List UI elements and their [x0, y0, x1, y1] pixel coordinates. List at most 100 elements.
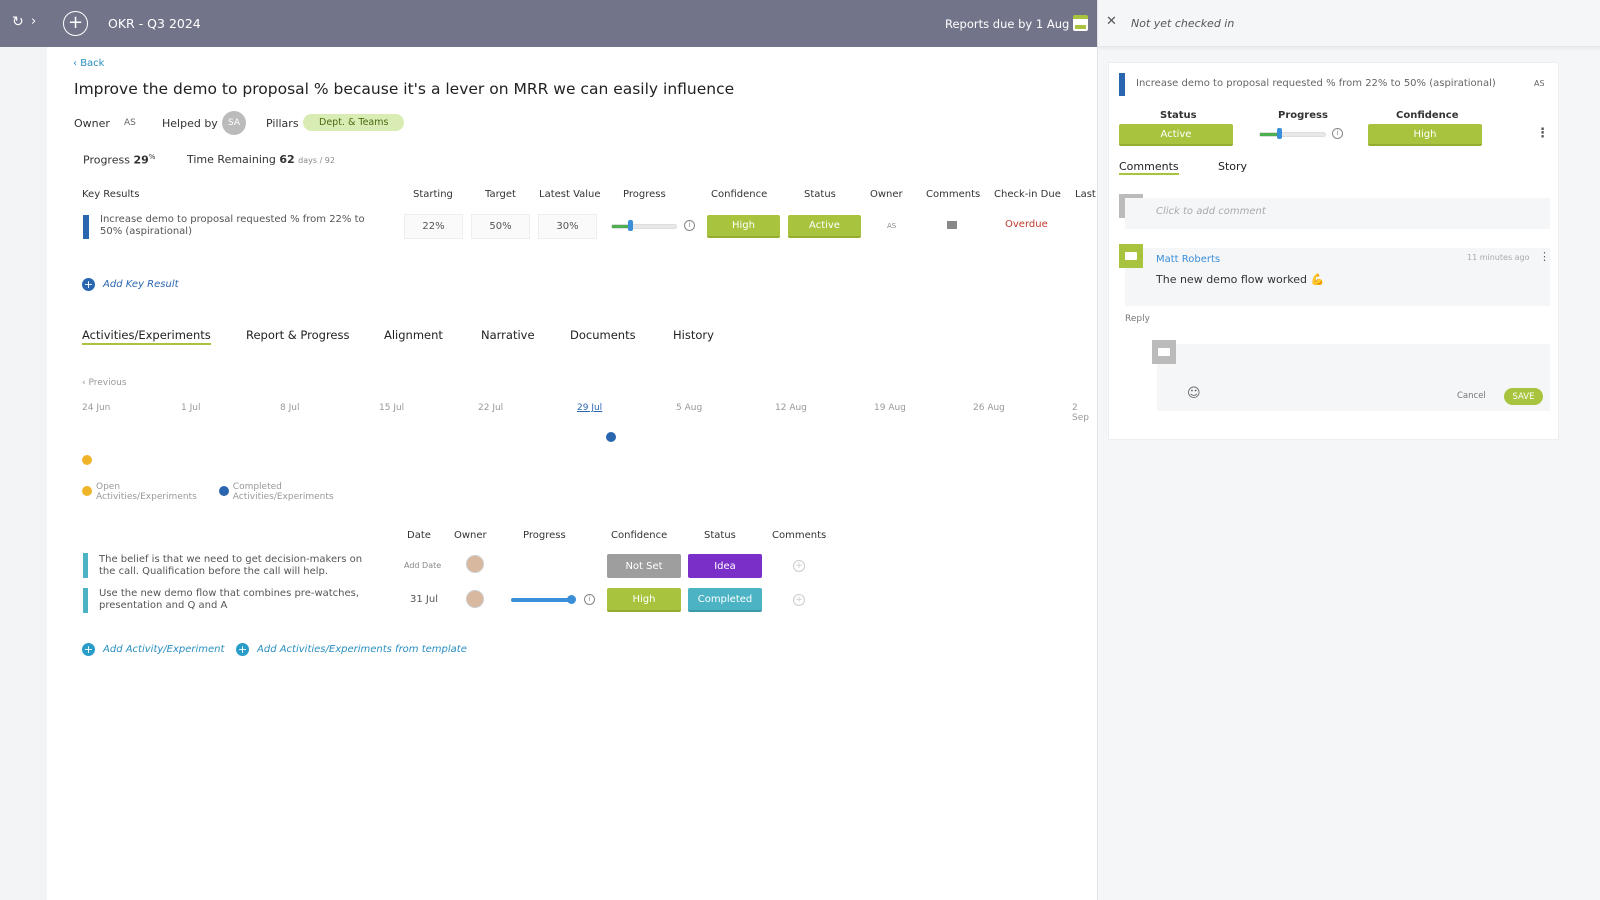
add-date-button[interactable]: Add Date	[404, 561, 441, 570]
reply-input[interactable]: ☺ Cancel SAVE	[1157, 344, 1550, 411]
tab-narrative[interactable]: Narrative	[481, 328, 535, 342]
timeline-date[interactable]: 2 Sep	[1072, 403, 1097, 423]
info-icon[interactable]: i	[684, 220, 695, 231]
timeline-date[interactable]: 15 Jul	[379, 403, 404, 413]
tab-history[interactable]: History	[673, 328, 714, 342]
progress-label: Progress	[83, 153, 130, 167]
timeline-date[interactable]: 26 Aug	[973, 403, 1005, 413]
owner-avatar[interactable]	[466, 555, 484, 573]
kr-progress-slider[interactable]	[611, 224, 677, 229]
info-icon[interactable]: i	[1332, 128, 1343, 139]
header-status[interactable]: Status	[804, 189, 836, 200]
time-label: Time Remaining	[187, 153, 276, 166]
target-input[interactable]: 50%	[471, 214, 530, 239]
slider-handle[interactable]	[567, 595, 576, 604]
act-header-status[interactable]: Status	[704, 530, 736, 541]
timeline-date[interactable]: 12 Aug	[775, 403, 807, 413]
add-key-result[interactable]: + Add Key Result	[82, 278, 179, 291]
owner-value[interactable]: AS	[124, 118, 136, 128]
panel-status-button[interactable]: Active	[1119, 124, 1233, 146]
tab-alignment[interactable]: Alignment	[384, 328, 443, 342]
open-marker[interactable]	[82, 455, 92, 465]
confidence-button[interactable]: High	[707, 215, 780, 238]
completed-marker[interactable]	[606, 432, 616, 442]
activity-status-button[interactable]: Completed	[688, 588, 762, 612]
cancel-button[interactable]: Cancel	[1457, 391, 1486, 401]
back-link[interactable]: ‹ Back	[73, 58, 104, 69]
add-activity[interactable]: + Add Activity/Experiment	[82, 643, 224, 656]
add-comment-icon[interactable]: +	[793, 560, 805, 572]
okr-title: OKR - Q3 2024	[108, 16, 201, 31]
timeline-date[interactable]: 8 Jul	[280, 403, 299, 413]
kr-owner[interactable]: AS	[887, 222, 896, 230]
act-header-owner[interactable]: Owner	[454, 530, 487, 541]
info-icon[interactable]: i	[584, 594, 595, 605]
add-activity-label[interactable]: Add Activity/Experiment	[103, 644, 224, 655]
avatar[interactable]: SA	[222, 111, 246, 135]
slider-handle[interactable]	[628, 220, 633, 231]
previous-label[interactable]: Previous	[88, 378, 126, 388]
add-from-template[interactable]: + Add Activities/Experiments from templat…	[236, 643, 467, 656]
activity-confidence-button[interactable]: Not Set	[607, 554, 681, 578]
back-label[interactable]: Back	[80, 58, 104, 69]
checkin-status: Overdue	[1005, 219, 1048, 230]
status-button[interactable]: Active	[788, 215, 861, 238]
comment-author[interactable]: Matt Roberts	[1156, 254, 1220, 265]
owner-avatar[interactable]	[466, 590, 484, 608]
activity-status-button[interactable]: Idea	[688, 554, 762, 578]
reply-avatar-icon	[1152, 340, 1176, 364]
kr-name[interactable]: Increase demo to proposal requested % fr…	[100, 214, 380, 238]
pillar-badge[interactable]: Dept. & Teams	[303, 114, 405, 131]
tab-documents[interactable]: Documents	[570, 328, 636, 342]
header-confidence[interactable]: Confidence	[711, 189, 767, 200]
header-owner[interactable]: Owner	[870, 189, 903, 200]
reply-button[interactable]: Reply	[1125, 314, 1150, 324]
slider-handle[interactable]	[1277, 128, 1282, 139]
header-target: Target	[485, 189, 516, 200]
chevron-right-icon[interactable]: ›	[31, 14, 36, 29]
activity-date[interactable]: 31 Jul	[410, 594, 438, 605]
timeline-date[interactable]: 5 Aug	[676, 403, 702, 413]
comment-input[interactable]: Click to add comment	[1125, 198, 1550, 229]
add-template-label[interactable]: Add Activities/Experiments from template	[257, 644, 467, 655]
time-value: 62	[279, 153, 295, 166]
tab-story[interactable]: Story	[1218, 160, 1247, 173]
add-comment-icon[interactable]: +	[793, 594, 805, 606]
owner-label: Owner	[74, 117, 110, 130]
refresh-icon[interactable]: ↻	[12, 14, 24, 30]
timeline-date[interactable]: 24 Jun	[82, 403, 110, 413]
activity-progress-slider[interactable]	[511, 598, 571, 602]
panel-confidence-button[interactable]: High	[1368, 124, 1482, 146]
timeline-date[interactable]: 29 Jul	[577, 403, 602, 413]
more-vertical-icon[interactable]: ⋮	[1536, 126, 1549, 141]
activity-color-bar	[83, 588, 88, 613]
header-last: Last	[1075, 189, 1096, 200]
timeline-date[interactable]: 19 Aug	[874, 403, 906, 413]
save-button[interactable]: SAVE	[1504, 388, 1543, 405]
activity-confidence-button[interactable]: High	[607, 588, 681, 612]
comment-icon[interactable]	[947, 221, 957, 229]
emoji-icon[interactable]: ☺	[1187, 386, 1201, 401]
add-kr-label[interactable]: Add Key Result	[103, 279, 179, 290]
starting-input[interactable]: 22%	[404, 214, 463, 239]
more-vertical-icon[interactable]: ⋮	[1539, 250, 1550, 263]
tab-report-progress[interactable]: Report & Progress	[246, 328, 349, 342]
activity-name[interactable]: Use the new demo flow that combines pre-…	[99, 588, 379, 612]
close-icon[interactable]: ✕	[1106, 14, 1117, 29]
legend-open-dot	[82, 486, 92, 496]
plus-circle-icon[interactable]: +	[63, 11, 88, 36]
previous-button[interactable]: ‹ Previous	[82, 378, 127, 388]
act-header-confidence[interactable]: Confidence	[611, 530, 667, 541]
timeline-date[interactable]: 1 Jul	[181, 403, 200, 413]
act-header-date[interactable]: Date	[407, 530, 431, 541]
progress-value: 29	[133, 153, 149, 167]
latest-input[interactable]: 30%	[538, 214, 597, 239]
legend-open-label-2: Activities/Experiments	[96, 492, 197, 502]
legend-completed-dot	[218, 486, 229, 496]
tab-activities[interactable]: Activities/Experiments	[82, 328, 211, 345]
activity-name[interactable]: The belief is that we need to get decisi…	[99, 554, 379, 578]
tab-comments[interactable]: Comments	[1119, 160, 1179, 175]
timeline-date[interactable]: 22 Jul	[478, 403, 503, 413]
calendar-icon[interactable]	[1073, 15, 1088, 31]
panel-progress-slider[interactable]	[1259, 132, 1326, 137]
